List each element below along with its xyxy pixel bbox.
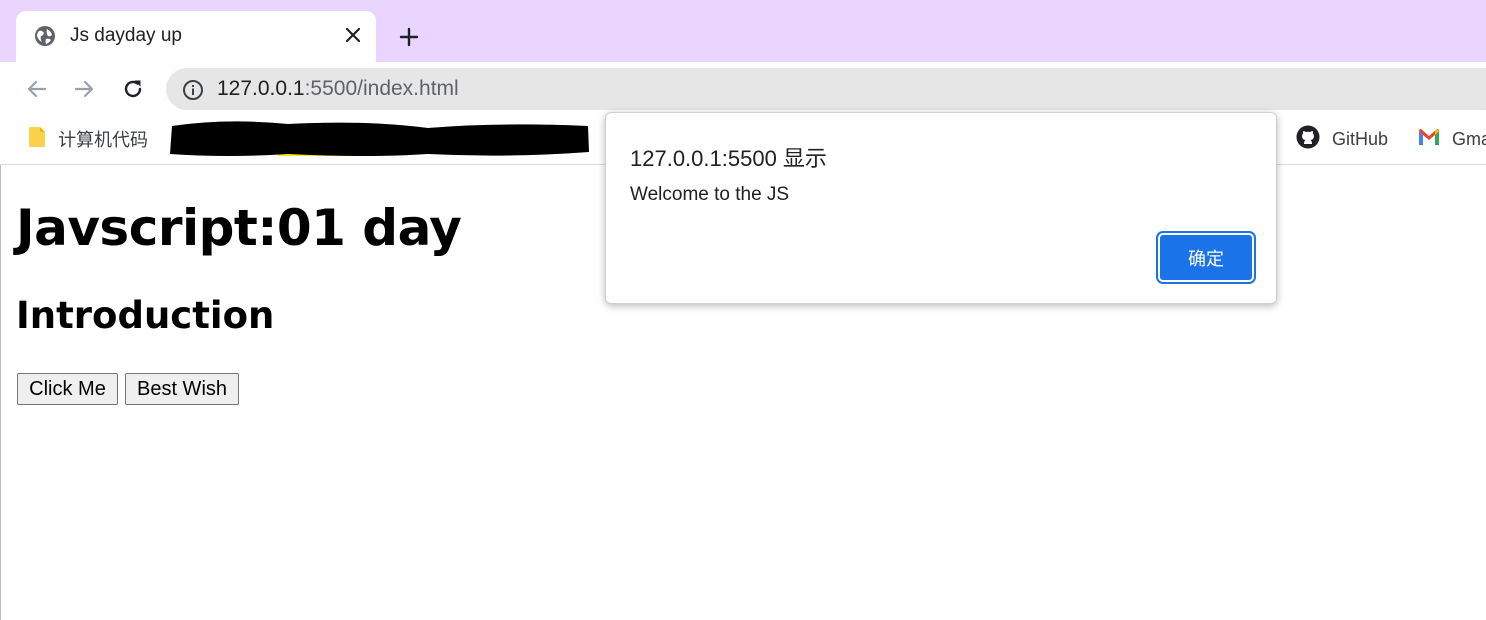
bookmark-gmail[interactable]: Gma bbox=[1418, 126, 1486, 152]
globe-icon bbox=[34, 25, 56, 47]
folder-icon bbox=[28, 126, 46, 153]
github-icon bbox=[1296, 125, 1320, 154]
toolbar: 127.0.0.1:5500/index.html bbox=[0, 62, 1486, 116]
reload-icon[interactable] bbox=[119, 75, 147, 103]
dialog-ok-button[interactable]: 确定 bbox=[1158, 233, 1254, 282]
click-me-button[interactable]: Click Me bbox=[17, 373, 118, 405]
url-path: :5500/index.html bbox=[304, 77, 459, 100]
redaction-scribble bbox=[170, 121, 589, 156]
tab-active[interactable]: Js dayday up bbox=[16, 11, 376, 62]
best-wish-button[interactable]: Best Wish bbox=[125, 373, 239, 405]
url-host: 127.0.0.1 bbox=[217, 77, 305, 100]
forward-arrow-icon[interactable] bbox=[70, 75, 98, 103]
close-icon[interactable] bbox=[342, 23, 364, 47]
browser-window: Js dayday up 127.0.0.1:5500/index.html 计… bbox=[0, 0, 1486, 620]
bookmark-folder[interactable]: 计算机代码 bbox=[28, 126, 148, 152]
bookmark-folder-label: 计算机代码 bbox=[58, 130, 148, 150]
page-subheading: Introduction bbox=[16, 294, 275, 337]
tab-title: Js dayday up bbox=[70, 25, 182, 46]
page-heading: Javscript:01 day bbox=[16, 199, 462, 257]
gmail-icon bbox=[1418, 128, 1440, 151]
url-text[interactable]: 127.0.0.1:5500/index.html bbox=[217, 77, 459, 101]
dialog-message: Welcome to the JS bbox=[630, 184, 790, 205]
address-bar[interactable]: 127.0.0.1:5500/index.html bbox=[166, 68, 1486, 110]
dialog-title: 127.0.0.1:5500 显示 bbox=[630, 146, 827, 171]
new-tab-plus-icon[interactable] bbox=[396, 24, 422, 50]
info-icon[interactable] bbox=[182, 79, 204, 101]
bookmark-github-label: GitHub bbox=[1332, 128, 1389, 149]
bookmark-github[interactable]: GitHub bbox=[1296, 125, 1389, 154]
tab-strip: Js dayday up bbox=[0, 0, 1486, 62]
alert-dialog: 127.0.0.1:5500 显示 Welcome to the JS 确定 bbox=[605, 112, 1277, 304]
bookmark-gmail-label: Gma bbox=[1452, 128, 1486, 149]
back-arrow-icon[interactable] bbox=[23, 75, 51, 103]
